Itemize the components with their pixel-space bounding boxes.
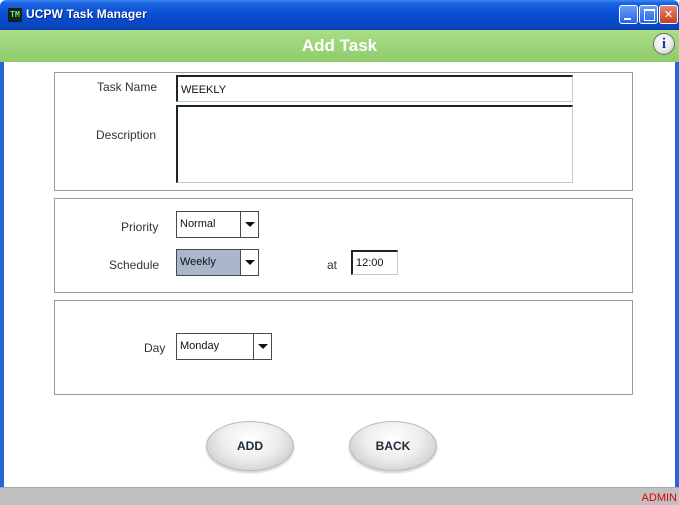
day-panel: [54, 300, 633, 395]
add-button[interactable]: ADD: [206, 421, 294, 471]
task-manager-window: TM UCPW Task Manager ✕ Add Task i Task N…: [0, 0, 679, 505]
schedule-value: Weekly: [180, 256, 216, 268]
chevron-down-icon[interactable]: [240, 212, 258, 237]
close-button[interactable]: ✕: [659, 5, 678, 24]
window-title: UCPW Task Manager: [26, 7, 147, 21]
day-select[interactable]: Monday: [176, 333, 272, 360]
day-value: Monday: [180, 340, 220, 352]
app-icon: TM: [8, 8, 22, 22]
back-button[interactable]: BACK: [349, 421, 437, 471]
current-user-label: ADMIN: [641, 492, 677, 504]
page-title: Add Task: [301, 36, 378, 55]
info-icon[interactable]: i: [653, 33, 675, 55]
priority-label: Priority: [121, 220, 159, 234]
description-label: Description: [96, 128, 157, 142]
chevron-down-icon[interactable]: [253, 334, 271, 359]
day-label: Day: [144, 341, 166, 355]
priority-value: Normal: [180, 218, 216, 230]
schedule-label: Schedule: [109, 258, 160, 272]
task-name-input[interactable]: WEEKLY: [176, 75, 573, 102]
window-border-left: [0, 30, 4, 505]
priority-select[interactable]: Normal: [176, 211, 259, 238]
status-bar: ADMIN: [0, 487, 679, 505]
description-input[interactable]: [176, 105, 573, 183]
maximize-button[interactable]: [639, 5, 658, 24]
time-input[interactable]: 12:00: [351, 250, 398, 275]
schedule-panel: [54, 198, 633, 293]
title-bar[interactable]: TM UCPW Task Manager ✕: [0, 0, 679, 30]
schedule-select[interactable]: Weekly: [176, 249, 259, 276]
minimize-button[interactable]: [619, 5, 638, 24]
chevron-down-icon[interactable]: [240, 250, 258, 275]
task-name-label: Task Name: [97, 80, 158, 94]
page-header: Add Task: [0, 30, 679, 62]
window-border-right: [675, 30, 679, 505]
at-label: at: [327, 258, 338, 272]
